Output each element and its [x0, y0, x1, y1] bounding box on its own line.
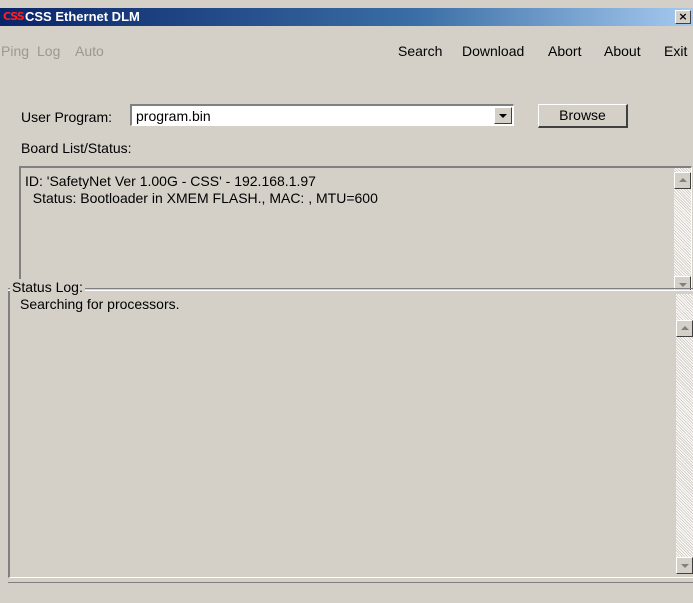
scroll-down-arrow-icon[interactable]	[676, 557, 693, 574]
menu-auto[interactable]: Auto	[75, 43, 104, 59]
window-title: CSS Ethernet DLM	[25, 9, 140, 24]
status-log-divider	[8, 288, 693, 291]
user-program-value[interactable]: program.bin	[136, 108, 211, 124]
scroll-up-arrow-icon[interactable]	[674, 172, 691, 189]
status-bar	[8, 582, 693, 603]
user-program-combo[interactable]: program.bin	[130, 104, 514, 126]
board-list-label: Board List/Status:	[21, 140, 132, 156]
user-program-label: User Program:	[21, 109, 113, 125]
menu-exit[interactable]: Exit	[664, 43, 687, 59]
board-list-item-id[interactable]: ID: 'SafetyNet Ver 1.00G - CSS' - 192.16…	[25, 173, 316, 189]
menu-download[interactable]: Download	[462, 43, 524, 59]
board-list-scrollbar[interactable]	[674, 168, 691, 293]
menu-bar: Ping Log Auto Search Download Abort Abou…	[0, 40, 693, 62]
scroll-up-arrow-icon[interactable]	[676, 320, 693, 337]
close-button[interactable]: ×	[675, 10, 691, 24]
dropdown-arrow-icon[interactable]	[494, 107, 512, 124]
log-line: Searching for processors.	[20, 296, 180, 312]
menu-log[interactable]: Log	[37, 43, 60, 59]
title-bar[interactable]: CSS CSS Ethernet DLM ×	[0, 8, 693, 26]
board-list-item-status[interactable]: Status: Bootloader in XMEM FLASH., MAC: …	[25, 190, 378, 206]
menu-abort[interactable]: Abort	[548, 43, 581, 59]
css-logo-icon: CSS	[3, 10, 25, 23]
menu-about[interactable]: About	[604, 43, 641, 59]
menu-ping[interactable]: Ping	[1, 43, 29, 59]
board-list[interactable]: ID: 'SafetyNet Ver 1.00G - CSS' - 192.16…	[19, 166, 692, 294]
status-log-label: Status Log:	[10, 279, 85, 295]
browse-button[interactable]: Browse	[538, 104, 628, 128]
status-log[interactable]: Searching for processors.	[8, 290, 693, 578]
menu-search[interactable]: Search	[398, 43, 442, 59]
app-window: CSS CSS Ethernet DLM × Ping Log Auto Sea…	[0, 0, 693, 603]
status-log-scrollbar[interactable]	[676, 294, 693, 574]
